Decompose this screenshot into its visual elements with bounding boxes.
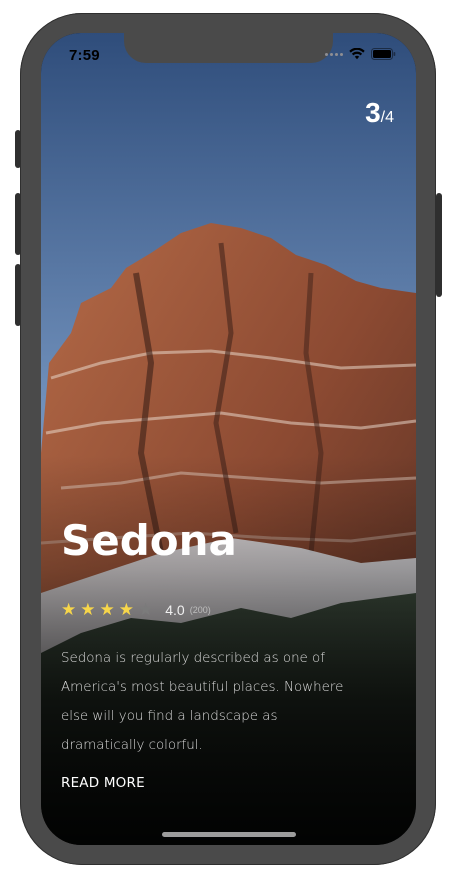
star-icon: ★	[99, 600, 115, 619]
page-current: 3	[365, 97, 381, 128]
screen: 7:59 3/4 Sedona ★ ★ ★ ★ ★ 4.0 (200) Sedo…	[41, 33, 416, 845]
status-icons	[325, 48, 396, 60]
power-button	[436, 193, 442, 297]
place-title: Sedona	[61, 516, 237, 565]
star-icon: ★	[80, 600, 96, 619]
rating-count: (200)	[189, 604, 211, 615]
battery-icon	[371, 48, 396, 60]
page-total: /4	[380, 109, 394, 126]
place-description: Sedona is regularly described as one of …	[61, 651, 344, 753]
rating-value: 4.0	[165, 601, 185, 618]
read-more-button[interactable]: READ MORE	[61, 775, 145, 791]
rating-row: ★ ★ ★ ★ ★ 4.0 (200)	[61, 601, 211, 618]
status-bar: 7:59	[41, 33, 416, 77]
signal-dots-icon	[325, 52, 343, 56]
status-time: 7:59	[69, 47, 100, 64]
wifi-icon	[349, 48, 365, 60]
star-icon: ★	[138, 600, 154, 619]
page-indicator: 3/4	[365, 97, 394, 129]
star-icon: ★	[61, 600, 77, 619]
home-indicator[interactable]	[162, 832, 296, 837]
star-icon: ★	[118, 600, 134, 619]
